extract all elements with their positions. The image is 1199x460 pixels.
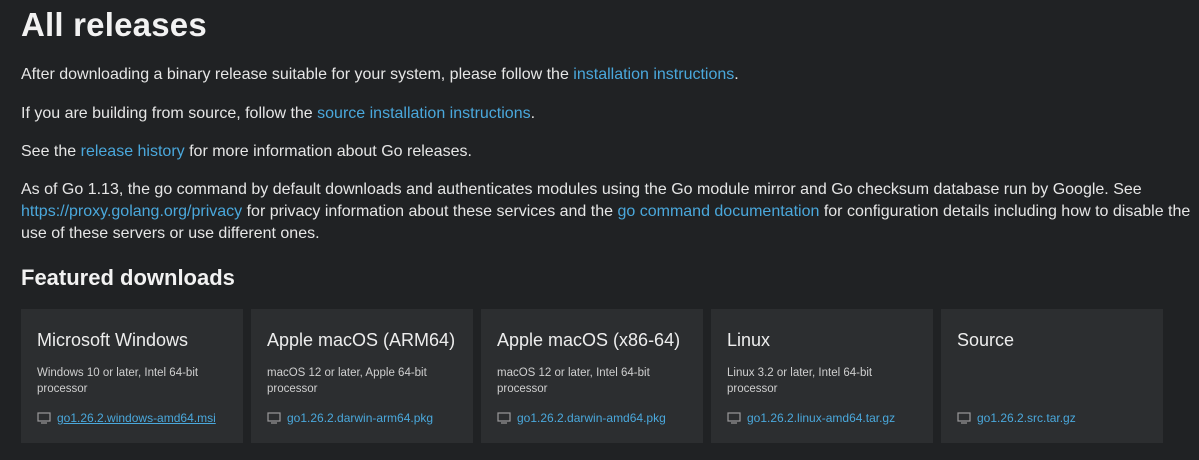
featured-downloads-list: Microsoft Windows Windows 10 or later, I… — [21, 309, 1171, 443]
featured-downloads-heading: Featured downloads — [21, 265, 235, 290]
release-history-link[interactable]: release history — [81, 143, 185, 160]
card-download-row: go1.26.2.darwin-arm64.pkg — [267, 411, 457, 425]
proxy-privacy-link[interactable]: https://proxy.golang.org/privacy — [21, 203, 242, 220]
intro-1-text: After downloading a binary release suita… — [21, 66, 574, 83]
intro-2-end: . — [530, 105, 536, 122]
card-title: Linux — [727, 330, 771, 350]
download-link-linux[interactable]: go1.26.2.linux-amd64.tar.gz — [747, 411, 895, 425]
download-link-macos-arm64[interactable]: go1.26.2.darwin-arm64.pkg — [287, 411, 433, 425]
card-download-row: go1.26.2.src.tar.gz — [957, 411, 1147, 425]
intro-3-end: for more information about Go releases. — [184, 143, 472, 160]
download-icon — [957, 412, 971, 424]
intro-2-text: If you are building from source, follow … — [21, 105, 318, 122]
intro-paragraph-1: After downloading a binary release suita… — [21, 64, 1191, 86]
card-title: Apple macOS (ARM64) — [267, 330, 456, 350]
card-download-row: go1.26.2.windows-amd64.msi — [37, 411, 227, 425]
intro-3-text: See the — [21, 143, 81, 160]
card-description: macOS 12 or later, Intel 64-bit processo… — [497, 367, 650, 395]
download-link-macos-x86-64[interactable]: go1.26.2.darwin-amd64.pkg — [517, 411, 666, 425]
intro-paragraph-4: As of Go 1.13, the go command by default… — [21, 179, 1191, 245]
installation-instructions-link[interactable]: installation instructions — [573, 66, 734, 83]
download-card-windows: Microsoft Windows Windows 10 or later, I… — [21, 309, 243, 443]
intro-4-text: As of Go 1.13, the go command by default… — [21, 181, 1142, 198]
card-description — [957, 365, 1147, 397]
download-icon — [37, 412, 51, 424]
download-icon — [267, 412, 281, 424]
intro-4-middle: for privacy information about these serv… — [242, 203, 618, 220]
go-command-documentation-link[interactable]: go command documentation — [617, 203, 819, 220]
download-card-macos-x86-64: Apple macOS (x86-64) macOS 12 or later, … — [481, 309, 703, 443]
card-description: Windows 10 or later, Intel 64-bit proces… — [37, 367, 199, 395]
card-description: Linux 3.2 or later, Intel 64-bit process… — [727, 367, 873, 395]
download-icon — [727, 412, 741, 424]
download-link-source[interactable]: go1.26.2.src.tar.gz — [977, 411, 1076, 425]
card-download-row: go1.26.2.linux-amd64.tar.gz — [727, 411, 917, 425]
intro-paragraph-3: See the release history for more informa… — [21, 141, 1191, 163]
card-download-row: go1.26.2.darwin-amd64.pkg — [497, 411, 687, 425]
source-installation-instructions-link[interactable]: source installation instructions — [317, 105, 530, 122]
card-title: Microsoft Windows — [37, 330, 189, 350]
download-icon — [497, 412, 511, 424]
card-title: Source — [957, 330, 1015, 350]
download-card-source: Source go1.26.2.src.tar.gz — [941, 309, 1163, 443]
card-title: Apple macOS (x86-64) — [497, 330, 681, 350]
intro-1-end: . — [734, 66, 739, 83]
download-card-macos-arm64: Apple macOS (ARM64) macOS 12 or later, A… — [251, 309, 473, 443]
download-card-linux: Linux Linux 3.2 or later, Intel 64-bit p… — [711, 309, 933, 443]
download-link-windows[interactable]: go1.26.2.windows-amd64.msi — [57, 411, 216, 425]
intro-paragraph-2: If you are building from source, follow … — [21, 103, 1191, 125]
page-title: All releases — [21, 6, 207, 43]
card-description: macOS 12 or later, Apple 64-bit processo… — [267, 367, 427, 395]
